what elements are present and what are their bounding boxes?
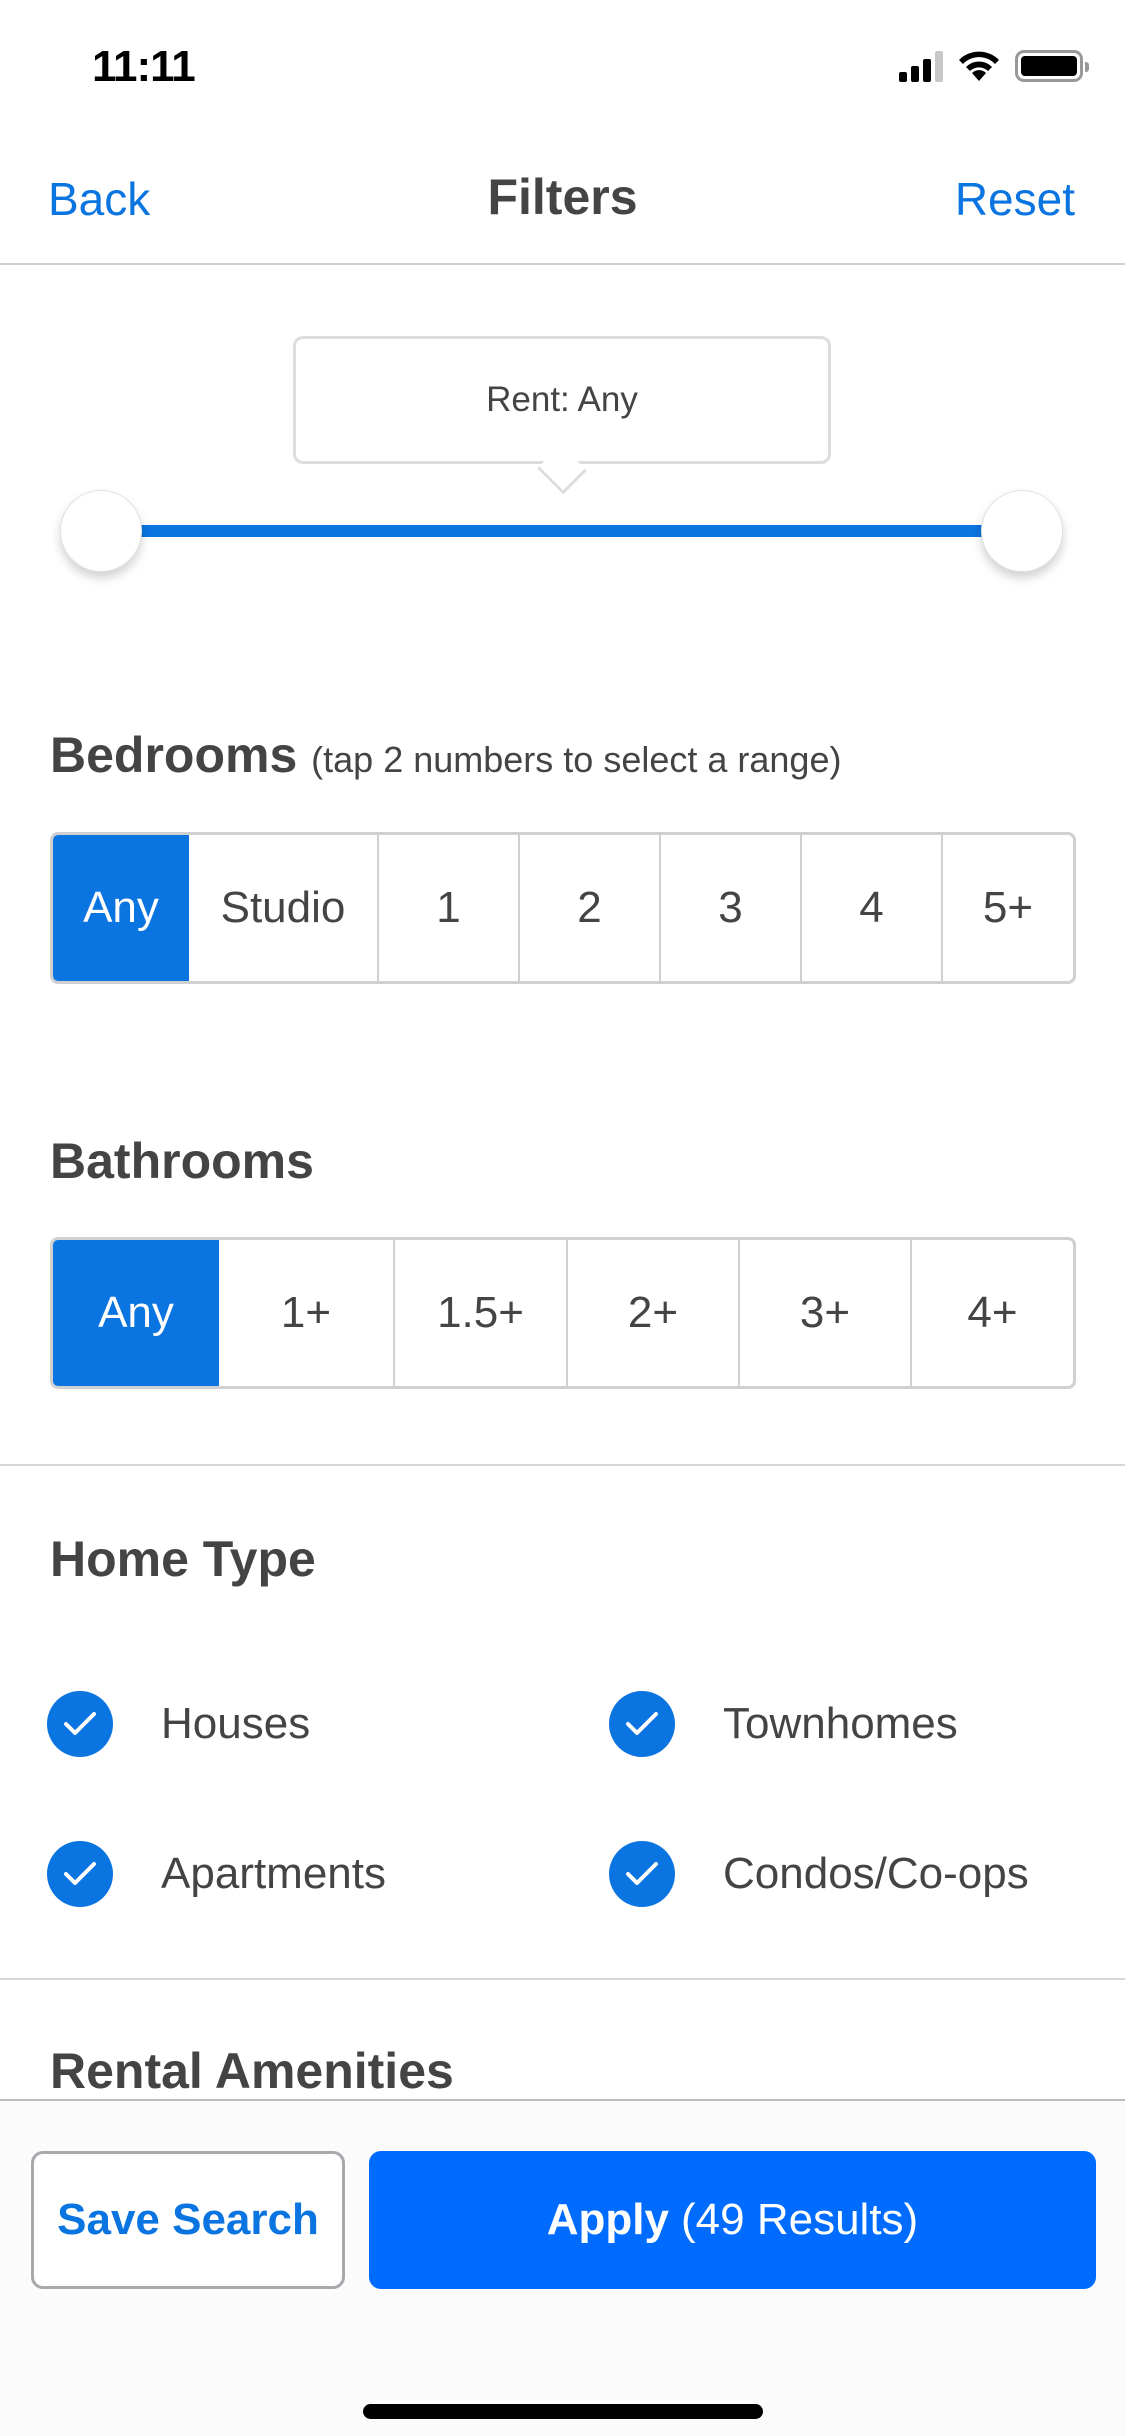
checkmark-icon (47, 1841, 113, 1907)
bathrooms-segmented-control: Any 1+ 1.5+ 2+ 3+ 4+ (50, 1237, 1076, 1389)
bottom-action-bar: Save Search Apply (49 Results) (0, 2099, 1125, 2436)
rent-tooltip-label: Rent: Any (486, 380, 638, 419)
bathrooms-option-any[interactable]: Any (53, 1240, 219, 1386)
apply-button[interactable]: Apply (49 Results) (369, 2151, 1096, 2289)
apply-results-count: (49 Results) (681, 2195, 919, 2244)
bedrooms-option-any[interactable]: Any (53, 835, 189, 981)
bedrooms-option-1[interactable]: 1 (377, 835, 518, 981)
home-type-title: Home Type (50, 1531, 316, 1587)
status-icons (899, 50, 1089, 82)
section-divider (0, 1464, 1125, 1466)
rent-slider-max-handle[interactable] (981, 490, 1063, 572)
bathrooms-option-2plus[interactable]: 2+ (566, 1240, 738, 1386)
battery-icon (1015, 50, 1089, 82)
reset-button[interactable]: Reset (955, 172, 1075, 226)
checkmark-icon (609, 1691, 675, 1757)
bathrooms-option-1-5plus[interactable]: 1.5+ (393, 1240, 566, 1386)
rental-amenities-title: Rental Amenities (50, 2043, 454, 2099)
save-search-button[interactable]: Save Search (31, 2151, 345, 2289)
checkmark-icon (609, 1841, 675, 1907)
bedrooms-title-label: Bedrooms (50, 727, 298, 783)
bedrooms-option-5plus[interactable]: 5+ (941, 835, 1073, 981)
status-bar: 11:11 (0, 0, 1125, 132)
bedrooms-option-2[interactable]: 2 (518, 835, 659, 981)
bathrooms-option-4plus[interactable]: 4+ (910, 1240, 1073, 1386)
nav-bar: Back Filters Reset (0, 132, 1125, 265)
rent-tooltip: Rent: Any (293, 336, 831, 464)
apply-button-label: Apply (546, 2195, 670, 2244)
home-type-condos[interactable]: Condos/Co-ops (609, 1841, 1029, 1907)
bedrooms-hint: (tap 2 numbers to select a range) (311, 739, 842, 780)
home-type-townhomes[interactable]: Townhomes (609, 1691, 958, 1757)
bedrooms-option-3[interactable]: 3 (659, 835, 800, 981)
bedrooms-segmented-control: Any Studio 1 2 3 4 5+ (50, 832, 1076, 984)
status-time: 11:11 (92, 42, 196, 91)
home-type-townhomes-label: Townhomes (723, 1699, 958, 1748)
rent-slider-track[interactable] (100, 525, 1025, 537)
home-type-condos-label: Condos/Co-ops (723, 1849, 1029, 1898)
home-type-houses-label: Houses (161, 1699, 311, 1748)
bedrooms-option-4[interactable]: 4 (800, 835, 941, 981)
wifi-icon (959, 51, 999, 81)
section-divider (0, 1978, 1125, 1980)
rent-slider-min-handle[interactable] (60, 490, 142, 572)
home-type-apartments-label: Apartments (161, 1849, 386, 1898)
checkmark-icon (47, 1691, 113, 1757)
bedrooms-option-studio[interactable]: Studio (189, 835, 377, 981)
bathrooms-option-3plus[interactable]: 3+ (738, 1240, 910, 1386)
home-type-houses[interactable]: Houses (47, 1691, 310, 1757)
home-type-apartments[interactable]: Apartments (47, 1841, 386, 1907)
cellular-signal-icon (899, 50, 943, 82)
home-indicator[interactable] (363, 2404, 763, 2419)
bathrooms-title: Bathrooms (50, 1133, 314, 1189)
bathrooms-option-1plus[interactable]: 1+ (219, 1240, 393, 1386)
bedrooms-title: Bedrooms (tap 2 numbers to select a rang… (50, 726, 841, 784)
